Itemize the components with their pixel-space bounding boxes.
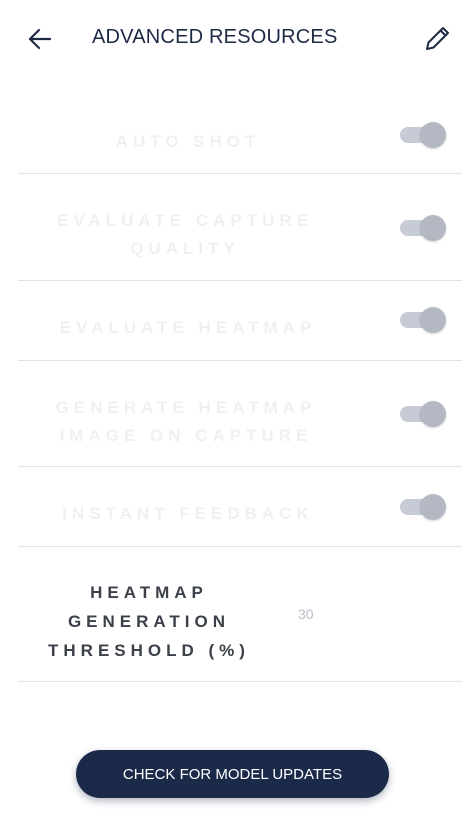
toggle-knob bbox=[420, 307, 446, 333]
setting-row-instant-feedback: INSTANT FEEDBACK bbox=[18, 467, 462, 547]
check-for-model-updates-button[interactable]: CHECK FOR MODEL UPDATES bbox=[76, 750, 389, 798]
toggle-knob bbox=[420, 122, 446, 148]
setting-row-generate-heatmap-image: GENERATE HEATMAP IMAGE ON CAPTURE bbox=[18, 361, 462, 467]
edit-button[interactable] bbox=[420, 22, 454, 56]
toggle-evaluate-heatmap[interactable] bbox=[398, 307, 446, 333]
arrow-left-icon bbox=[28, 28, 52, 50]
setting-row-evaluate-heatmap: EVALUATE HEATMAP bbox=[18, 281, 462, 361]
setting-row-evaluate-capture-quality: EVALUATE CAPTURE QUALITY bbox=[18, 174, 462, 281]
threshold-label-line-1: HEATMAP bbox=[90, 583, 208, 602]
header: ADVANCED RESOURCES bbox=[0, 0, 462, 78]
threshold-label: HEATMAP GENERATION THRESHOLD (%) bbox=[24, 578, 274, 665]
toggle-knob bbox=[420, 401, 446, 427]
threshold-label-line-2: GENERATION bbox=[67, 612, 231, 631]
pencil-icon bbox=[426, 27, 449, 50]
setting-label-evaluate-heatmap: EVALUATE HEATMAP bbox=[59, 318, 317, 337]
toggle-generate-heatmap-image[interactable] bbox=[398, 401, 446, 427]
threshold-label-line-3: THRESHOLD (%) bbox=[48, 641, 250, 660]
toggle-auto-shot[interactable] bbox=[398, 122, 446, 148]
advanced-resources-screen: ADVANCED RESOURCES AUTO SHOT EVALUATE CA… bbox=[0, 0, 462, 838]
page-title: ADVANCED RESOURCES bbox=[92, 26, 338, 48]
toggle-instant-feedback[interactable] bbox=[398, 494, 446, 520]
setting-row-auto-shot: AUTO SHOT bbox=[18, 104, 462, 174]
toggle-knob bbox=[420, 215, 446, 241]
threshold-value-input[interactable]: 30 bbox=[298, 606, 314, 622]
toggle-evaluate-capture-quality[interactable] bbox=[398, 215, 446, 241]
setting-label-instant-feedback: INSTANT FEEDBACK bbox=[62, 504, 314, 523]
toggle-knob bbox=[420, 494, 446, 520]
setting-label-evaluate-capture-quality: EVALUATE CAPTURE QUALITY bbox=[57, 211, 313, 258]
setting-label-auto-shot: AUTO SHOT bbox=[115, 132, 261, 151]
back-button[interactable] bbox=[24, 24, 56, 54]
setting-label-generate-heatmap-image: GENERATE HEATMAP IMAGE ON CAPTURE bbox=[55, 398, 317, 445]
